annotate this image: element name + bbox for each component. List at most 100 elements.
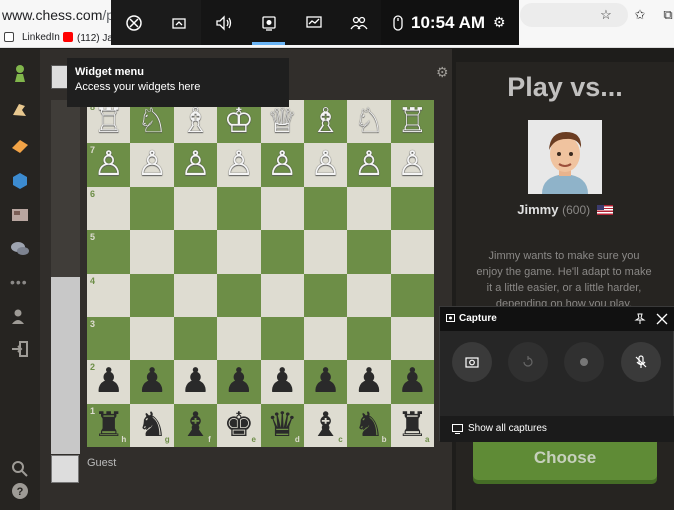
us-flag-icon xyxy=(596,205,613,215)
board-square[interactable] xyxy=(130,230,174,274)
board-square[interactable] xyxy=(390,186,435,231)
performance-icon[interactable] xyxy=(291,0,336,45)
board-square[interactable] xyxy=(260,273,304,317)
xbox-icon[interactable] xyxy=(111,0,156,45)
rank-label: 3 xyxy=(90,318,96,329)
guest-name: Guest xyxy=(87,457,117,469)
board-square[interactable] xyxy=(173,273,218,317)
capture-icon[interactable] xyxy=(246,0,291,45)
black-pawn[interactable]: ♟ xyxy=(130,360,173,403)
player-bar: Guest xyxy=(51,455,116,483)
board-square[interactable] xyxy=(347,273,391,317)
black-pawn[interactable]: ♟ xyxy=(391,360,434,403)
favorite-star-icon[interactable]: ☆ xyxy=(598,7,614,23)
choose-button[interactable]: Choose xyxy=(473,436,657,480)
white-piece[interactable]: ♘ xyxy=(347,100,390,143)
screenshot-button[interactable] xyxy=(452,342,492,382)
capture-widget-icon xyxy=(446,314,455,322)
login-icon[interactable] xyxy=(10,339,30,359)
white-pawn[interactable]: ♙ xyxy=(347,143,390,186)
panel-title: Play vs... xyxy=(507,72,623,102)
bot-avatar xyxy=(528,120,602,194)
social-icon[interactable] xyxy=(10,239,30,259)
settings-icon[interactable]: ⚙ xyxy=(493,14,506,31)
pin-icon[interactable] xyxy=(634,313,646,325)
black-pawn[interactable]: ♟ xyxy=(217,360,260,403)
board-square[interactable] xyxy=(347,316,391,361)
white-piece[interactable]: ♖ xyxy=(391,100,434,143)
collections-icon[interactable]: ⧉ xyxy=(660,7,674,23)
gamebar-widgets-group xyxy=(201,0,381,45)
board-square[interactable] xyxy=(260,186,304,231)
board-square[interactable] xyxy=(390,316,435,361)
board-square[interactable] xyxy=(217,186,261,231)
black-pawn[interactable]: ♟ xyxy=(174,360,217,403)
add-user-icon[interactable] xyxy=(10,307,30,327)
bookmark-youtube[interactable]: (112) Ja xyxy=(63,32,113,44)
board-square[interactable] xyxy=(260,316,304,361)
puzzles-icon[interactable] xyxy=(10,100,30,120)
svg-text:?: ? xyxy=(17,486,24,498)
gamebar-home-group xyxy=(111,0,201,45)
bookmark-linkedin[interactable]: LinkedIn xyxy=(22,32,60,43)
board-square[interactable] xyxy=(390,273,435,317)
help-icon[interactable]: ? xyxy=(10,481,30,501)
show-all-captures-link[interactable]: Show all captures xyxy=(440,416,674,442)
rank-label: 6 xyxy=(90,188,96,199)
favorites-icon[interactable]: ✩ xyxy=(632,7,648,23)
start-recording-button[interactable] xyxy=(564,342,604,382)
more-icon[interactable]: ••• xyxy=(10,274,28,290)
black-pawn[interactable]: ♟ xyxy=(261,360,304,403)
microphone-toggle-button[interactable] xyxy=(621,342,661,382)
board-square[interactable] xyxy=(173,186,218,231)
rank-label: 7 xyxy=(90,145,96,156)
widget-store-icon[interactable] xyxy=(156,0,201,45)
board-square[interactable] xyxy=(260,230,304,274)
board-square[interactable] xyxy=(217,273,261,317)
chess-logo-icon[interactable] xyxy=(10,64,30,84)
bookmark-folder-icon[interactable] xyxy=(4,32,18,44)
board-square[interactable] xyxy=(173,230,218,274)
board-square[interactable] xyxy=(130,273,174,317)
black-pawn[interactable]: ♟ xyxy=(347,360,390,403)
record-last-button[interactable] xyxy=(508,342,548,382)
black-pawn[interactable]: ♟ xyxy=(304,360,347,403)
board-settings-icon[interactable]: ⚙ xyxy=(436,64,449,81)
close-icon[interactable] xyxy=(656,313,668,325)
gallery-icon xyxy=(452,424,463,434)
social-icon[interactable] xyxy=(336,0,381,45)
board-square[interactable] xyxy=(347,230,391,274)
board-square[interactable] xyxy=(217,316,261,361)
white-piece[interactable]: ♗ xyxy=(304,100,347,143)
white-pawn[interactable]: ♙ xyxy=(174,143,217,186)
board-square[interactable] xyxy=(303,273,348,317)
mic-off-icon xyxy=(635,355,647,368)
audio-icon[interactable] xyxy=(201,0,246,45)
board-square[interactable] xyxy=(303,230,348,274)
capture-header[interactable]: Capture xyxy=(440,307,674,331)
board-square[interactable] xyxy=(390,230,435,274)
file-label: b xyxy=(381,435,387,444)
white-pawn[interactable]: ♙ xyxy=(261,143,304,186)
board-square[interactable] xyxy=(303,316,348,361)
board-square[interactable] xyxy=(173,316,218,361)
file-label: h xyxy=(121,435,127,444)
board-square[interactable] xyxy=(303,186,348,231)
white-pawn[interactable]: ♙ xyxy=(217,143,260,186)
file-label: f xyxy=(208,435,211,444)
board-square[interactable] xyxy=(130,186,174,231)
white-pawn[interactable]: ♙ xyxy=(304,143,347,186)
board-square[interactable] xyxy=(217,230,261,274)
search-icon[interactable] xyxy=(10,459,30,479)
white-pawn[interactable]: ♙ xyxy=(130,143,173,186)
clock-time: 10:54 AM xyxy=(411,12,486,32)
watch-icon[interactable] xyxy=(10,171,30,191)
screen: www.chess.com/play/co ☆ ✩ ⧉ LinkedIn (11… xyxy=(0,0,674,510)
news-icon[interactable] xyxy=(10,205,30,225)
white-pawn[interactable]: ♙ xyxy=(391,143,434,186)
file-label: d xyxy=(294,435,300,444)
board-square[interactable] xyxy=(347,186,391,231)
chessboard[interactable]: ♖ ♘ ♗ ♔ ♕ ♗ ♘ ♖ 8 ♙ ♙ ♙ ♙ ♙ ♙ ♙ ♙ 7 6 5 4 3 ♟ ♟ ♟ ♟ ♟ ♟ ♟ ♟ 2 ♜ ♞ ♝ ♚ ♛ ♝ ♞ ♜ 1… xyxy=(87,100,435,448)
learn-icon[interactable] xyxy=(10,136,30,156)
board-square[interactable] xyxy=(130,316,174,361)
